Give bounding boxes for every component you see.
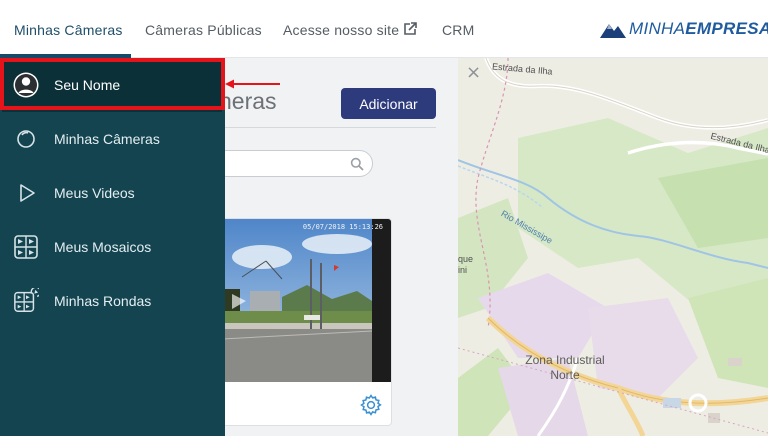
map-place-label: ini	[458, 265, 468, 275]
sidebar-item-meus-videos[interactable]: Meus Videos	[0, 166, 225, 220]
sidebar-item-label: Minhas Câmeras	[54, 131, 160, 147]
sidebar-menu: Seu Nome Minhas Câmeras Meus Videos Meus…	[0, 58, 225, 436]
sidebar-item-minhas-rondas[interactable]: Minhas Rondas	[0, 274, 225, 328]
main-panel: neras Adicionar 05/07/2018 15:13:26	[213, 58, 458, 436]
camera-timestamp: 05/07/2018 15:13:26	[302, 223, 383, 231]
map-zone-label: Zona Industrial Norte	[525, 353, 605, 382]
sidebar-item-label: Seu Nome	[54, 77, 121, 93]
tab-cameras-publicas[interactable]: Câmeras Públicas	[145, 22, 262, 38]
search-icon[interactable]	[350, 157, 364, 171]
rounds-grid-icon	[14, 288, 39, 312]
mountain-logo-icon	[600, 24, 626, 38]
map-canvas[interactable]	[458, 58, 768, 436]
logo-text: MINHAEMPRESA	[629, 19, 768, 38]
sidebar-item-profile[interactable]: Seu Nome	[2, 60, 222, 112]
sidebar-item-label: Meus Mosaicos	[54, 239, 152, 255]
play-icon	[20, 184, 35, 202]
divider	[225, 127, 436, 128]
gear-icon[interactable]	[359, 393, 383, 417]
map-panel[interactable]: × Estrada da Ilha Estrada da Ilha Rio Mi…	[458, 58, 768, 436]
pointer-arrow-icon	[225, 79, 280, 89]
sidebar-item-meus-mosaicos[interactable]: Meus Mosaicos	[0, 220, 225, 274]
tab-minhas-cameras[interactable]: Minhas Câmeras	[14, 22, 123, 38]
camera-lens-icon	[17, 130, 35, 148]
tab-acesse-nosso-site[interactable]: Acesse nosso site	[283, 22, 399, 38]
camera-card[interactable]: 05/07/2018 15:13:26	[221, 218, 392, 426]
tab-crm[interactable]: CRM	[442, 22, 474, 38]
page-title: neras	[219, 88, 277, 114]
add-camera-button[interactable]: Adicionar	[341, 88, 436, 119]
map-close-button[interactable]: ×	[466, 62, 481, 83]
search-input[interactable]	[213, 150, 373, 177]
sidebar-item-label: Minhas Rondas	[54, 293, 152, 309]
map-place-label: que	[458, 254, 474, 264]
mosaic-grid-icon	[14, 235, 38, 259]
user-avatar-icon	[13, 72, 39, 98]
camera-thumbnail[interactable]	[222, 219, 392, 382]
external-link-icon[interactable]	[402, 21, 418, 37]
sidebar-item-minhas-cameras[interactable]: Minhas Câmeras	[0, 112, 225, 166]
top-navigation: Minhas Câmeras Câmeras Públicas Acesse n…	[0, 0, 768, 58]
sidebar-item-label: Meus Videos	[54, 185, 135, 201]
